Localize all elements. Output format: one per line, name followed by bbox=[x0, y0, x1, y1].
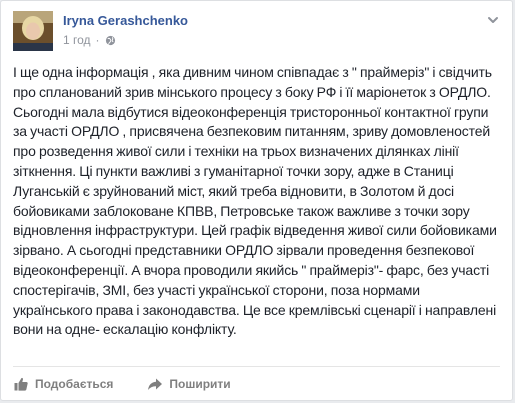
thumbs-up-icon bbox=[14, 377, 28, 391]
post-header: Iryna Gerashchenko 1 год · bbox=[13, 11, 500, 51]
post-timestamp[interactable]: 1 год bbox=[63, 33, 91, 47]
like-label: Подобається bbox=[35, 377, 114, 391]
avatar-photo bbox=[13, 11, 53, 51]
like-button[interactable]: Подобається bbox=[13, 376, 113, 392]
post-actions-bar: Подобається Поширити bbox=[13, 373, 231, 395]
post-meta: 1 год · bbox=[63, 33, 116, 47]
post-body-text: І ще одна інформація , яка дивним чином … bbox=[13, 64, 497, 338]
chevron-down-icon[interactable] bbox=[486, 13, 500, 27]
author-avatar[interactable] bbox=[13, 11, 53, 51]
share-arrow-icon bbox=[148, 378, 163, 390]
share-label: Поширити bbox=[169, 377, 231, 391]
globe-icon[interactable] bbox=[105, 35, 116, 46]
actions-divider bbox=[13, 366, 500, 367]
share-button[interactable]: Поширити bbox=[147, 376, 231, 392]
facebook-post-card: Iryna Gerashchenko 1 год · І ще одна інф… bbox=[0, 0, 513, 401]
author-name[interactable]: Iryna Gerashchenko bbox=[63, 13, 188, 28]
meta-separator: · bbox=[95, 33, 100, 47]
